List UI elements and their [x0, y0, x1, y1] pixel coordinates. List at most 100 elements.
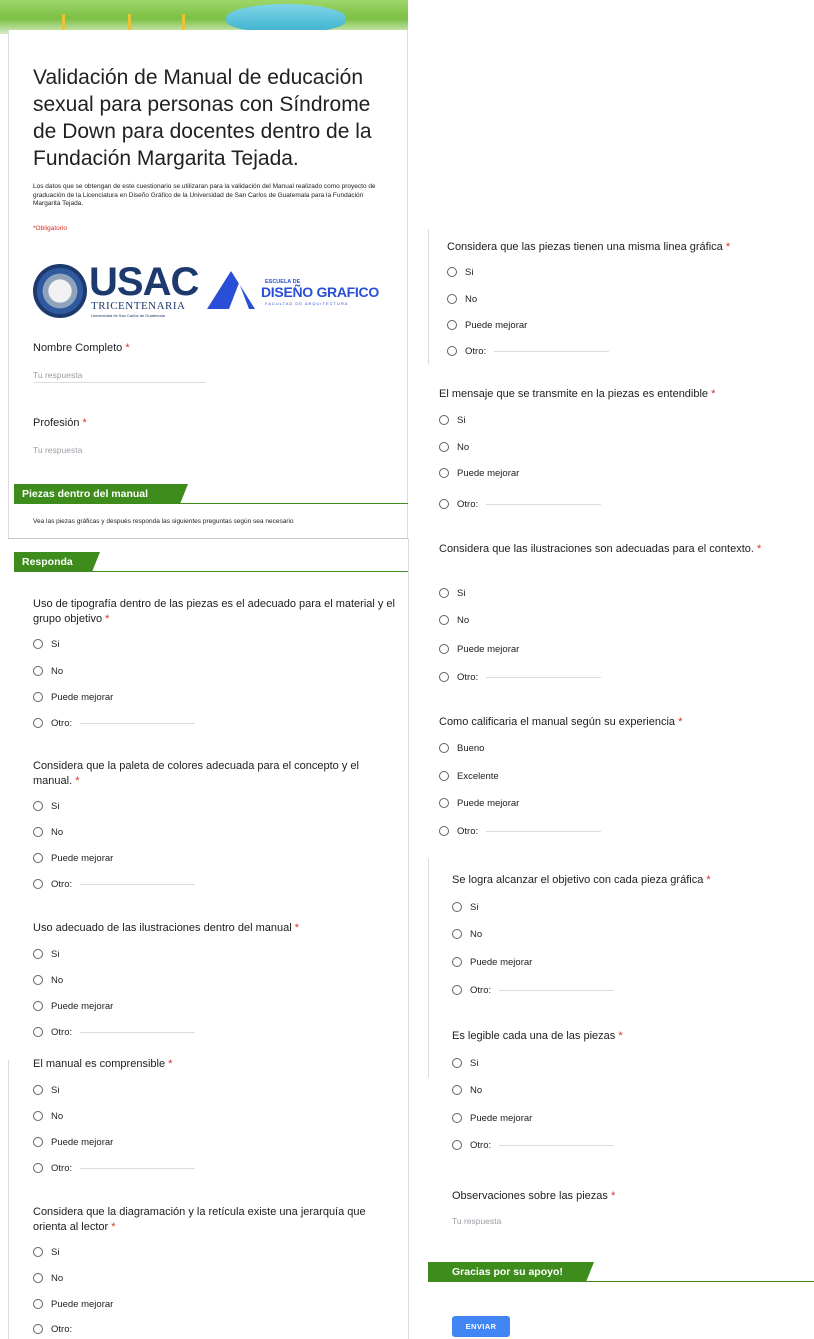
radio-button[interactable] [439, 743, 449, 753]
otro-input-line[interactable] [80, 1167, 196, 1169]
radio-button[interactable] [33, 718, 43, 728]
radio-button[interactable] [33, 1085, 43, 1095]
option-puede-mejorar[interactable]: Puede mejorar [439, 796, 519, 810]
option-no[interactable]: No [439, 613, 469, 627]
option-puede-mejorar[interactable]: Puede mejorar [452, 955, 532, 969]
radio-button[interactable] [33, 1111, 43, 1121]
radio-button[interactable] [33, 801, 43, 811]
radio-button[interactable] [452, 929, 462, 939]
radio-button[interactable] [33, 1273, 43, 1283]
option-si[interactable]: Si [452, 1056, 478, 1070]
radio-button[interactable] [439, 798, 449, 808]
radio-button[interactable] [452, 902, 462, 912]
option-puede-mejorar[interactable]: Puede mejorar [33, 1297, 113, 1311]
option-puede-mejorar[interactable]: Puede mejorar [33, 999, 113, 1013]
radio-button[interactable] [33, 1027, 43, 1037]
radio-button[interactable] [452, 1085, 462, 1095]
radio-button[interactable] [33, 1299, 43, 1309]
option-si[interactable]: Si [33, 799, 59, 813]
radio-button[interactable] [439, 771, 449, 781]
option-otro[interactable]: Otro: [33, 1322, 72, 1336]
radio-button[interactable] [439, 672, 449, 682]
option-otro[interactable]: Otro: [33, 877, 196, 891]
option-puede-mejorar[interactable]: Puede mejorar [33, 1135, 113, 1149]
radio-button[interactable] [447, 320, 457, 330]
otro-input-line[interactable] [486, 830, 602, 832]
option-si[interactable]: Si [33, 637, 59, 651]
option-no[interactable]: No [452, 927, 482, 941]
observaciones-input[interactable]: Tu respuesta [452, 1216, 501, 1226]
otro-input-line[interactable] [499, 989, 615, 991]
radio-button[interactable] [33, 879, 43, 889]
option-otro[interactable]: Otro: [33, 1025, 196, 1039]
radio-button[interactable] [452, 957, 462, 967]
option-si[interactable]: Si [439, 413, 465, 427]
radio-button[interactable] [452, 985, 462, 995]
radio-button[interactable] [439, 415, 449, 425]
radio-button[interactable] [33, 639, 43, 649]
radio-button[interactable] [33, 1163, 43, 1173]
radio-button[interactable] [452, 1058, 462, 1068]
otro-input-line[interactable] [80, 883, 196, 885]
option-otro[interactable]: Otro: [33, 716, 196, 730]
option-otro[interactable]: Otro: [33, 1161, 196, 1175]
option-si[interactable]: Si [439, 586, 465, 600]
option-puede-mejorar[interactable]: Puede mejorar [447, 318, 527, 332]
radio-button[interactable] [439, 588, 449, 598]
radio-button[interactable] [447, 346, 457, 356]
submit-button[interactable]: ENVIAR [452, 1316, 510, 1337]
option-otro[interactable]: Otro: [447, 344, 610, 358]
radio-button[interactable] [447, 294, 457, 304]
option-otro[interactable]: Otro: [439, 497, 602, 511]
option-si[interactable]: Si [452, 900, 478, 914]
option-no[interactable]: No [447, 292, 477, 306]
radio-button[interactable] [33, 949, 43, 959]
option-no[interactable]: No [33, 973, 63, 987]
option-no[interactable]: No [33, 1271, 63, 1285]
option-no[interactable]: No [33, 664, 63, 678]
radio-button[interactable] [447, 267, 457, 277]
otro-input-line[interactable] [486, 676, 602, 678]
option-si[interactable]: Si [33, 947, 59, 961]
otro-input-line[interactable] [494, 350, 610, 352]
option-excelente[interactable]: Excelente [439, 769, 499, 783]
radio-button[interactable] [439, 615, 449, 625]
radio-button[interactable] [33, 1001, 43, 1011]
option-puede-mejorar[interactable]: Puede mejorar [439, 642, 519, 656]
radio-button[interactable] [439, 499, 449, 509]
radio-button[interactable] [33, 692, 43, 702]
otro-input-line[interactable] [486, 503, 602, 505]
option-no[interactable]: No [452, 1083, 482, 1097]
radio-button[interactable] [439, 468, 449, 478]
option-otro[interactable]: Otro: [439, 670, 602, 684]
option-puede-mejorar[interactable]: Puede mejorar [439, 466, 519, 480]
radio-button[interactable] [439, 644, 449, 654]
option-si[interactable]: Si [447, 265, 473, 279]
option-no[interactable]: No [33, 825, 63, 839]
option-bueno[interactable]: Bueno [439, 741, 484, 755]
radio-button[interactable] [439, 442, 449, 452]
radio-button[interactable] [452, 1140, 462, 1150]
otro-input-line[interactable] [80, 722, 196, 724]
radio-button[interactable] [452, 1113, 462, 1123]
radio-button[interactable] [33, 975, 43, 985]
nombre-input[interactable]: Tu respuesta [33, 370, 82, 380]
radio-button[interactable] [33, 827, 43, 837]
option-otro[interactable]: Otro: [452, 1138, 615, 1152]
option-si[interactable]: Si [33, 1083, 59, 1097]
option-si[interactable]: Si [33, 1245, 59, 1259]
radio-button[interactable] [439, 826, 449, 836]
profesion-input[interactable]: Tu respuesta [33, 445, 82, 455]
option-otro[interactable]: Otro: [439, 824, 602, 838]
radio-button[interactable] [33, 1247, 43, 1257]
radio-button[interactable] [33, 1137, 43, 1147]
option-puede-mejorar[interactable]: Puede mejorar [33, 851, 113, 865]
radio-button[interactable] [33, 666, 43, 676]
option-no[interactable]: No [33, 1109, 63, 1123]
option-puede-mejorar[interactable]: Puede mejorar [452, 1111, 532, 1125]
otro-input-line[interactable] [80, 1031, 196, 1033]
radio-button[interactable] [33, 853, 43, 863]
otro-input-line[interactable] [499, 1144, 615, 1146]
radio-button[interactable] [33, 1324, 43, 1334]
option-no[interactable]: No [439, 440, 469, 454]
